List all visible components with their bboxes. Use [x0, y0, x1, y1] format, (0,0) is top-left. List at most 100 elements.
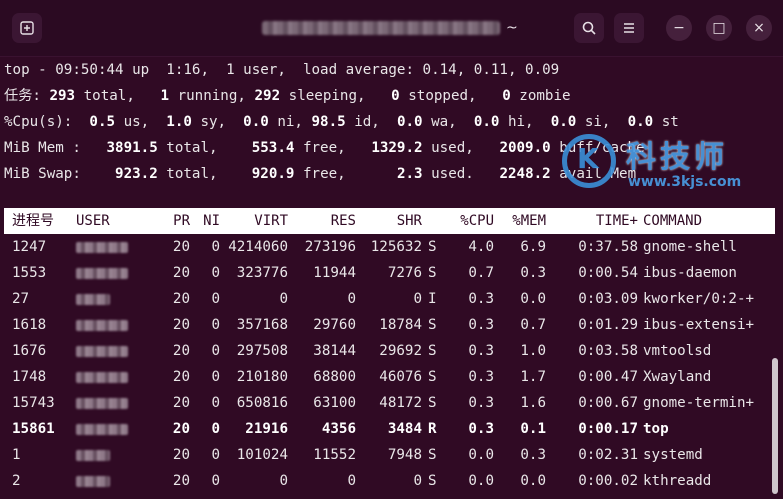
cell-ni: 0 — [211, 473, 220, 489]
cell-ni: 0 — [211, 395, 220, 411]
minimize-button[interactable]: − — [666, 15, 692, 41]
summary-segment: 0 — [502, 88, 511, 104]
search-button[interactable] — [574, 13, 604, 43]
process-table: 进程号 USER PR NI VIRT RES SHR %CPU %MEM TIME+ COMMAN… — [4, 208, 775, 494]
summary-segment: 0 — [391, 88, 400, 104]
cell-pid: 1618 — [12, 317, 47, 333]
table-row: 1553 20 0 323776 11944 7276 S 0.7 0.3 0:00.54 ibus… — [4, 260, 775, 286]
redacted-user — [76, 468, 156, 494]
cell-ni: 0 — [211, 291, 220, 307]
cell-pid: 1748 — [12, 369, 47, 385]
process-table-body: 1247 20 0 4214060 273196 125632 S 4.0 6.9 0:37.58… — [4, 234, 775, 494]
cell-res: 11552 — [313, 447, 356, 463]
summary-segment: running, — [169, 88, 255, 104]
cell-shr: 125632 — [370, 239, 422, 255]
cell-pr: 20 — [172, 447, 190, 463]
cell-cpu: 0.3 — [468, 369, 494, 385]
cell-cpu: 4.0 — [468, 239, 494, 255]
cell-state: S — [428, 447, 437, 463]
cell-pid: 1 — [12, 447, 21, 463]
column-header-mem: %MEM — [512, 213, 546, 229]
cell-mem: 6.9 — [520, 239, 546, 255]
cell-cpu: 0.0 — [468, 447, 494, 463]
cell-state: S — [428, 395, 437, 411]
summary-segment: used. — [422, 166, 500, 182]
cell-mem: 1.0 — [520, 343, 546, 359]
cell-time: 0:02.31 — [578, 447, 638, 463]
table-row: 1247 20 0 4214060 273196 125632 S 4.0 6.9 0:37.58… — [4, 234, 775, 260]
summary-segment: total, — [157, 166, 252, 182]
cell-pid: 27 — [12, 291, 30, 307]
cell-time: 0:01.29 — [578, 317, 638, 333]
cell-shr: 0 — [413, 291, 422, 307]
summary-segment: buff/cache — [550, 140, 645, 156]
cell-mem: 1.6 — [520, 395, 546, 411]
cell-time: 0:03.58 — [578, 343, 638, 359]
cell-ni: 0 — [211, 421, 220, 437]
cell-ni: 0 — [211, 343, 220, 359]
cell-mem: 0.1 — [520, 421, 546, 437]
redacted-title-text — [262, 21, 500, 35]
cell-pr: 20 — [172, 239, 190, 255]
cell-virt: 297508 — [236, 343, 288, 359]
cell-command: top — [643, 421, 669, 437]
window-title: ~ — [262, 18, 518, 38]
column-header-pid: 进程号 — [12, 213, 54, 229]
summary-segment: 1 — [160, 88, 170, 104]
close-button[interactable]: × — [746, 15, 772, 41]
summary-segment: total, — [75, 88, 161, 104]
title-suffix: ~ — [506, 20, 518, 36]
summary-line: %Cpu(s): 0.5 us, 1.0 sy, 0.0 ni, 98.5 id… — [4, 109, 783, 135]
maximize-button[interactable]: □ — [706, 15, 732, 41]
cell-mem: 0.0 — [520, 473, 546, 489]
summary-segment: used, — [422, 140, 500, 156]
terminal-window: ~ − □ × top - 09:50:44 up 1:16, 1 user, … — [0, 0, 783, 499]
maximize-icon: □ — [712, 20, 726, 36]
cell-shr: 46076 — [379, 369, 422, 385]
cell-state: S — [428, 369, 437, 385]
summary-segment: 0.5 — [89, 114, 116, 130]
summary-segment: 0.0 — [396, 114, 423, 130]
summary-segment: 2009.0 — [499, 140, 551, 156]
summary-segment: 2.3 — [396, 166, 423, 182]
new-tab-button[interactable] — [12, 13, 42, 43]
cell-state: S — [428, 343, 437, 359]
cell-state: S — [428, 473, 437, 489]
column-header-user: USER — [76, 213, 110, 229]
cell-virt: 323776 — [236, 265, 288, 281]
cell-res: 11944 — [313, 265, 356, 281]
column-header-time: TIME+ — [595, 213, 638, 229]
summary-segment: zombie — [510, 88, 571, 104]
cell-time: 0:00.67 — [578, 395, 638, 411]
cell-res: 0 — [347, 291, 356, 307]
terminal-content[interactable]: top - 09:50:44 up 1:16, 1 user, load ave… — [4, 57, 783, 187]
cell-shr: 0 — [413, 473, 422, 489]
summary-segment: %Cpu(s): — [4, 114, 90, 130]
cell-state: S — [428, 317, 437, 333]
cell-time: 0:00.54 — [578, 265, 638, 281]
table-row: 1676 20 0 297508 38144 29692 S 0.3 1.0 0:03.58 vmt… — [4, 338, 775, 364]
close-icon: × — [753, 20, 765, 36]
cell-shr: 3484 — [387, 421, 422, 437]
summary-segment: total, — [157, 140, 252, 156]
cell-shr: 7948 — [387, 447, 422, 463]
summary-segment: sleeping, — [280, 88, 392, 104]
redacted-user — [76, 338, 156, 364]
cell-pr: 20 — [172, 421, 190, 437]
column-header-ni: NI — [203, 213, 220, 229]
cell-virt: 210180 — [236, 369, 288, 385]
summary-segment: id, — [345, 114, 397, 130]
menu-button[interactable] — [614, 13, 644, 43]
cell-time: 0:00.17 — [578, 421, 638, 437]
cell-res: 273196 — [304, 239, 356, 255]
summary-segment: 任务: — [4, 88, 50, 104]
cell-ni: 0 — [211, 265, 220, 281]
scrollbar[interactable] — [772, 358, 778, 494]
summary-segment: 2248.2 — [499, 166, 551, 182]
column-header-shr: SHR — [396, 213, 422, 229]
redacted-user — [76, 364, 156, 390]
table-row: 1748 20 0 210180 68800 46076 S 0.3 1.7 0:00.47 Xwa… — [4, 364, 775, 390]
summary-segment: free, — [294, 140, 372, 156]
cell-ni: 0 — [211, 369, 220, 385]
summary-segment: 0.0 — [627, 114, 654, 130]
